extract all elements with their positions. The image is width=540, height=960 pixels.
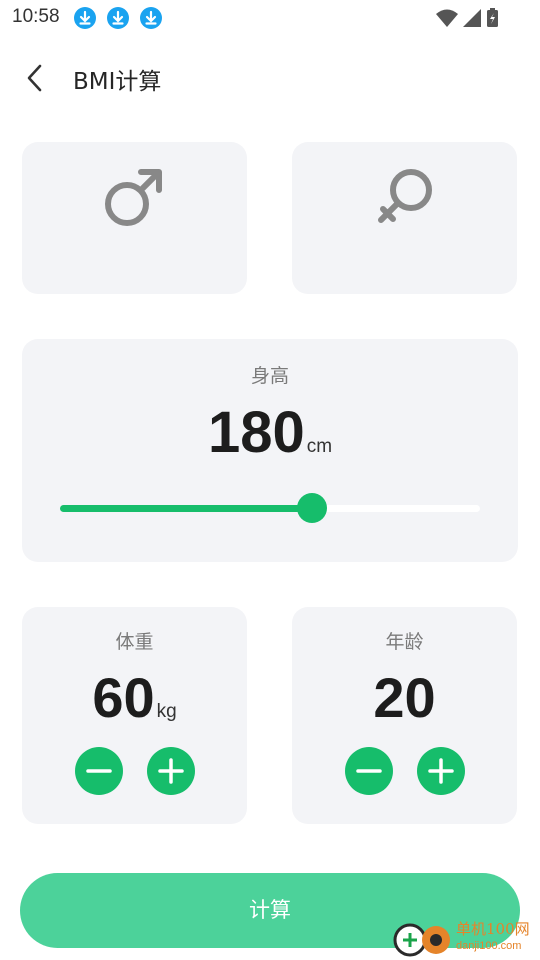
- height-card: 身高 180 cm: [22, 339, 518, 562]
- age-card: 年龄 20: [292, 607, 517, 824]
- slider-fill: [60, 505, 312, 512]
- minus-icon: [356, 769, 382, 773]
- wifi-icon: [436, 9, 458, 27]
- battery-charging-icon: [487, 8, 498, 27]
- signal-icon: [463, 9, 481, 27]
- height-slider[interactable]: [60, 493, 480, 523]
- slider-thumb[interactable]: [297, 493, 327, 523]
- height-value-display: 180 cm: [22, 399, 518, 466]
- female-symbol-icon: [377, 169, 432, 223]
- download-icon: [140, 7, 162, 29]
- page-title: BMI计算: [73, 69, 162, 95]
- weight-decrease-button[interactable]: [75, 747, 123, 795]
- age-decrease-button[interactable]: [345, 747, 393, 795]
- age-value-display: 20: [292, 665, 517, 730]
- download-icon: [107, 7, 129, 29]
- status-bar: 10:58: [0, 0, 540, 36]
- chevron-left-icon: [27, 64, 42, 92]
- plus-icon: [428, 758, 454, 784]
- age-increase-button[interactable]: [417, 747, 465, 795]
- weight-value: 60: [92, 666, 155, 729]
- gender-male-card[interactable]: 男性: [22, 142, 247, 414]
- plus-icon: [158, 758, 184, 784]
- height-value: 180: [207, 400, 305, 465]
- weight-increase-button[interactable]: [147, 747, 195, 795]
- weight-unit: kg: [156, 701, 177, 722]
- system-status-icons: [436, 8, 498, 27]
- height-unit: cm: [306, 436, 333, 457]
- minus-icon: [86, 769, 112, 773]
- male-symbol-icon: [104, 169, 162, 226]
- gender-female-card[interactable]: 女性: [292, 142, 517, 414]
- weight-label: 体重: [115, 631, 154, 653]
- age-label: 年龄: [385, 631, 424, 653]
- watermark: 单机100网 danji100.com: [392, 916, 540, 960]
- download-icon: [74, 7, 96, 29]
- weight-card: 体重 60 kg: [22, 607, 247, 824]
- height-label: 身高: [250, 365, 289, 387]
- watermark-text: 单机100网: [456, 920, 530, 938]
- age-value: 20: [373, 666, 436, 729]
- back-button[interactable]: [22, 62, 52, 94]
- watermark-logo-icon: [393, 923, 450, 957]
- weight-value-display: 60 kg: [22, 665, 247, 730]
- status-time: 10:58: [12, 6, 60, 27]
- watermark-url: danji100.com: [456, 940, 522, 952]
